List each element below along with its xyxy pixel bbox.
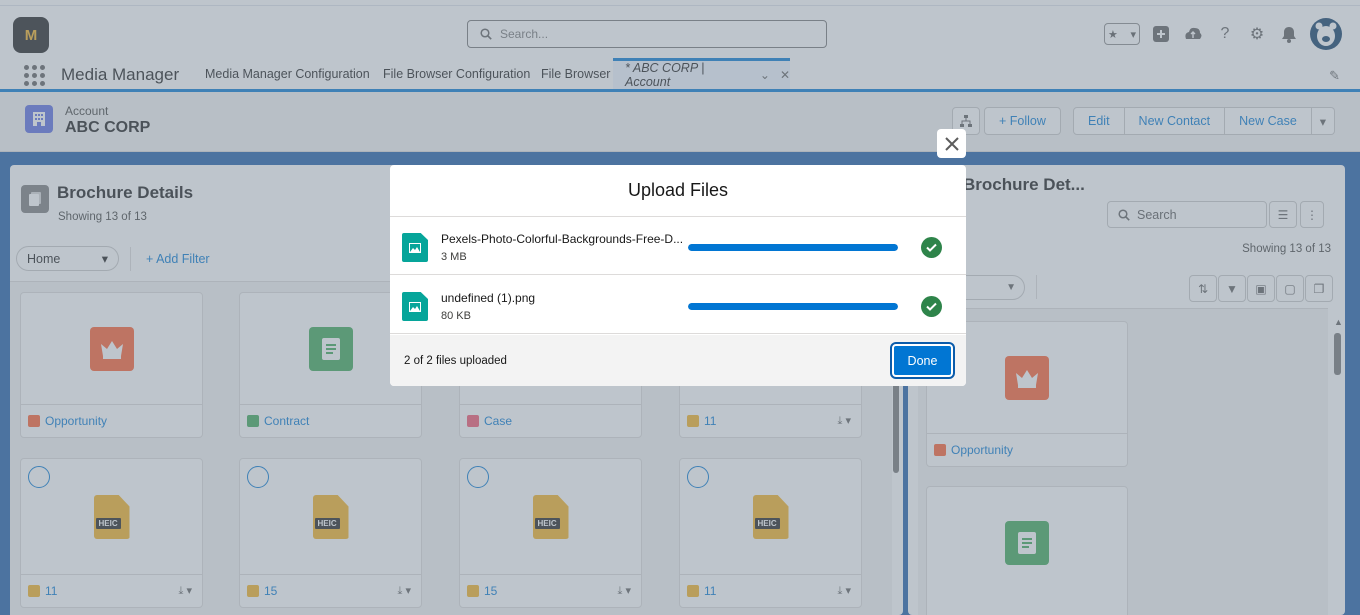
modal-close-button[interactable]	[937, 129, 966, 158]
close-icon	[944, 136, 959, 151]
file-name: Pexels-Photo-Colorful-Backgrounds-Free-D…	[441, 232, 684, 246]
upload-file-row: Pexels-Photo-Colorful-Backgrounds-Free-D…	[390, 217, 966, 275]
upload-file-row: undefined (1).png 80 KB	[390, 276, 966, 334]
upload-status: 2 of 2 files uploaded	[404, 355, 507, 367]
success-check-icon	[921, 296, 942, 317]
upload-progress-bar	[688, 244, 898, 251]
file-size: 80 KB	[441, 310, 471, 322]
success-check-icon	[921, 237, 942, 258]
modal-title: Upload Files	[390, 165, 966, 217]
upload-files-modal: Upload Files Pexels-Photo-Colorful-Backg…	[390, 165, 966, 386]
modal-footer: 2 of 2 files uploaded Done	[390, 335, 966, 386]
done-button[interactable]: Done	[892, 344, 953, 377]
upload-progress-bar	[688, 303, 898, 310]
file-name: undefined (1).png	[441, 291, 536, 305]
image-file-icon	[402, 233, 428, 262]
image-file-icon	[402, 292, 428, 321]
file-size: 3 MB	[441, 251, 467, 263]
